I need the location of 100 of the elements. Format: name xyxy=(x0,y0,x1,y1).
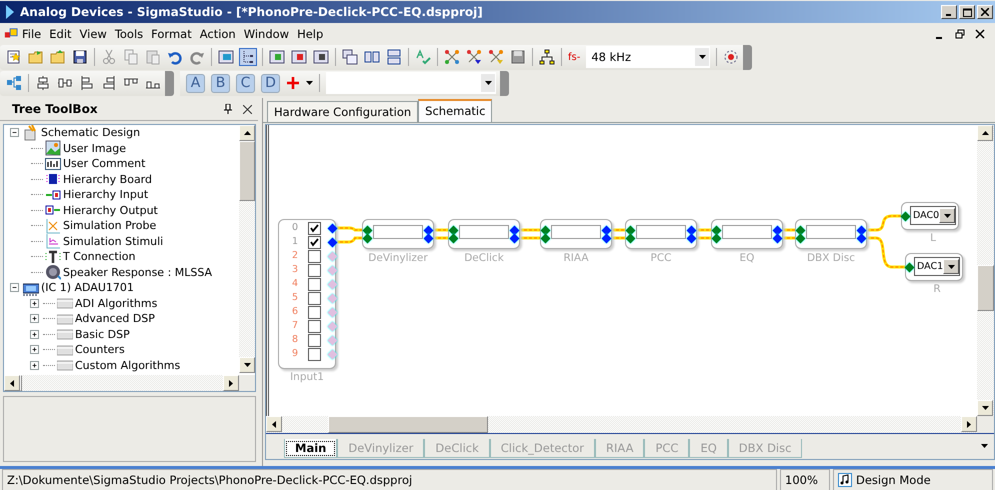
checkbox[interactable] xyxy=(308,236,321,249)
menu-item[interactable]: Help xyxy=(293,26,328,42)
wire xyxy=(696,236,714,240)
split-window-icon[interactable] xyxy=(364,49,380,65)
menu-item[interactable]: Window xyxy=(240,26,294,42)
letter-tool-button[interactable]: A xyxy=(186,74,205,92)
checkbox[interactable] xyxy=(308,250,321,263)
dropdown[interactable]: DAC1 xyxy=(914,257,960,276)
tree-item[interactable]: ADI Algorithms xyxy=(73,296,160,310)
menu-item[interactable]: File xyxy=(18,26,46,42)
menu-item[interactable]: Edit xyxy=(45,26,76,42)
plus-icon[interactable] xyxy=(286,76,300,90)
network-icon[interactable] xyxy=(466,49,482,65)
close-icon[interactable] xyxy=(243,104,252,114)
up-arrow-icon xyxy=(982,131,988,135)
toolbar-grip[interactable] xyxy=(500,70,509,96)
sample-rate-dropdown[interactable]: 48 kHz xyxy=(586,46,710,68)
vertical-scrollbar[interactable] xyxy=(977,125,994,416)
tree-item[interactable]: Custom Algorithms xyxy=(73,358,182,372)
tree-item[interactable]: User Comment xyxy=(61,157,148,170)
pin-icon[interactable] xyxy=(223,104,233,114)
expand-toggle[interactable] xyxy=(30,314,39,324)
checkbox[interactable] xyxy=(308,292,321,305)
checkbox[interactable] xyxy=(308,334,321,347)
letter-tool-button[interactable]: C xyxy=(236,74,255,92)
windows-icon[interactable] xyxy=(342,49,358,65)
file-path: Z:\Dokumente\SigmaStudio Projects\PhonoPre-Declick-PCC-EQ.dspproj xyxy=(2,469,777,490)
checkbox[interactable] xyxy=(308,348,321,361)
tree-item[interactable]: Hierarchy Board xyxy=(61,172,154,186)
align-center-icon[interactable] xyxy=(35,75,51,91)
scissors-icon[interactable] xyxy=(101,49,117,65)
folder-icon[interactable] xyxy=(28,49,44,65)
align-left-icon[interactable] xyxy=(79,75,95,91)
minimize-button[interactable] xyxy=(941,5,957,19)
dropdown[interactable]: DAC0 xyxy=(910,206,956,225)
align-right-icon[interactable] xyxy=(101,75,117,91)
window-icon[interactable] xyxy=(218,49,234,65)
vertical-scrollbar[interactable] xyxy=(239,125,255,373)
tree-item[interactable]: Basic DSP xyxy=(73,328,132,341)
scroll-thumb[interactable] xyxy=(977,265,994,311)
expand-toggle[interactable] xyxy=(30,360,39,370)
redo-icon[interactable] xyxy=(189,49,205,65)
network-icon[interactable] xyxy=(444,49,460,65)
network-icon[interactable] xyxy=(488,49,504,65)
letter-tool-button[interactable]: B xyxy=(211,74,230,92)
horizontal-scrollbar[interactable] xyxy=(266,416,977,433)
menu-item[interactable]: Format xyxy=(147,26,196,42)
expand-toggle[interactable] xyxy=(30,298,39,308)
tree-item[interactable]: T Connection xyxy=(61,250,138,264)
expand-toggle[interactable] xyxy=(30,330,39,339)
tree-item[interactable]: Advanced DSP xyxy=(73,312,157,326)
split-window-icon[interactable] xyxy=(386,49,402,65)
maximize-button[interactable] xyxy=(959,5,975,19)
folder-icon[interactable] xyxy=(50,49,66,65)
checkbox[interactable] xyxy=(308,222,321,235)
menu-item[interactable]: Action xyxy=(196,26,240,42)
channel-number: 7 xyxy=(290,320,300,331)
tree-item[interactable]: Hierarchy Input xyxy=(61,188,150,202)
sheet-tab[interactable]: Main xyxy=(284,439,338,458)
tree-item[interactable]: (IC 1) ADAU1701 xyxy=(39,281,136,294)
toolbar-grip[interactable] xyxy=(743,44,752,70)
window-icon[interactable] xyxy=(313,49,329,65)
tree-item[interactable]: Counters xyxy=(73,343,127,356)
tree-item[interactable]: Speaker Response : MLSSA xyxy=(61,266,214,279)
output-block[interactable]: DAC1 xyxy=(905,253,963,281)
hierarchy-icon[interactable] xyxy=(539,49,555,65)
output-block[interactable]: DAC0 xyxy=(901,202,959,230)
tree-item[interactable]: User Image xyxy=(61,142,128,155)
scroll-thumb[interactable] xyxy=(328,416,488,433)
collapse-toggle[interactable] xyxy=(10,283,19,292)
checkbox[interactable] xyxy=(308,320,321,333)
menu-item[interactable]: View xyxy=(76,26,111,42)
window-icon[interactable] xyxy=(269,49,285,65)
checkbox[interactable] xyxy=(308,264,321,277)
collapse-toggle[interactable] xyxy=(10,128,19,138)
undo-icon[interactable] xyxy=(167,49,183,65)
spell-check-icon[interactable] xyxy=(415,49,431,65)
close-button[interactable] xyxy=(977,5,993,19)
window-icon[interactable] xyxy=(291,49,307,65)
letter-tool-button[interactable]: D xyxy=(261,74,280,92)
scroll-thumb[interactable] xyxy=(20,375,22,391)
tab[interactable]: Schematic xyxy=(418,99,492,122)
tree-item[interactable]: Schematic Design xyxy=(39,126,142,140)
expand-toggle[interactable] xyxy=(30,345,39,354)
horizontal-scrollbar[interactable] xyxy=(4,375,239,391)
checkbox[interactable] xyxy=(308,306,321,319)
tree-item[interactable]: Simulation Stimuli xyxy=(61,234,166,248)
close-icon[interactable] xyxy=(975,28,985,38)
channel-number: 2 xyxy=(290,250,300,261)
tree-item[interactable]: Simulation Probe xyxy=(61,219,158,232)
tab[interactable]: Hardware Configuration xyxy=(267,101,418,122)
tree-item[interactable]: Hierarchy Output xyxy=(61,204,160,217)
schematic-canvas[interactable]: 0 1 2 3 4 5 6 7 8 9 Input1 DeVinylizer DeClick RIAA PCC EQ DBX Disc DAC0 L DAC1 R xyxy=(266,125,977,416)
restore-icon[interactable] xyxy=(955,28,965,38)
checkbox[interactable] xyxy=(308,278,321,291)
menu-item[interactable]: Tools xyxy=(110,26,148,42)
wire xyxy=(866,236,908,268)
toolbar-grip[interactable] xyxy=(165,70,174,96)
new-document-icon[interactable] xyxy=(6,49,22,65)
scroll-thumb[interactable] xyxy=(239,141,255,201)
